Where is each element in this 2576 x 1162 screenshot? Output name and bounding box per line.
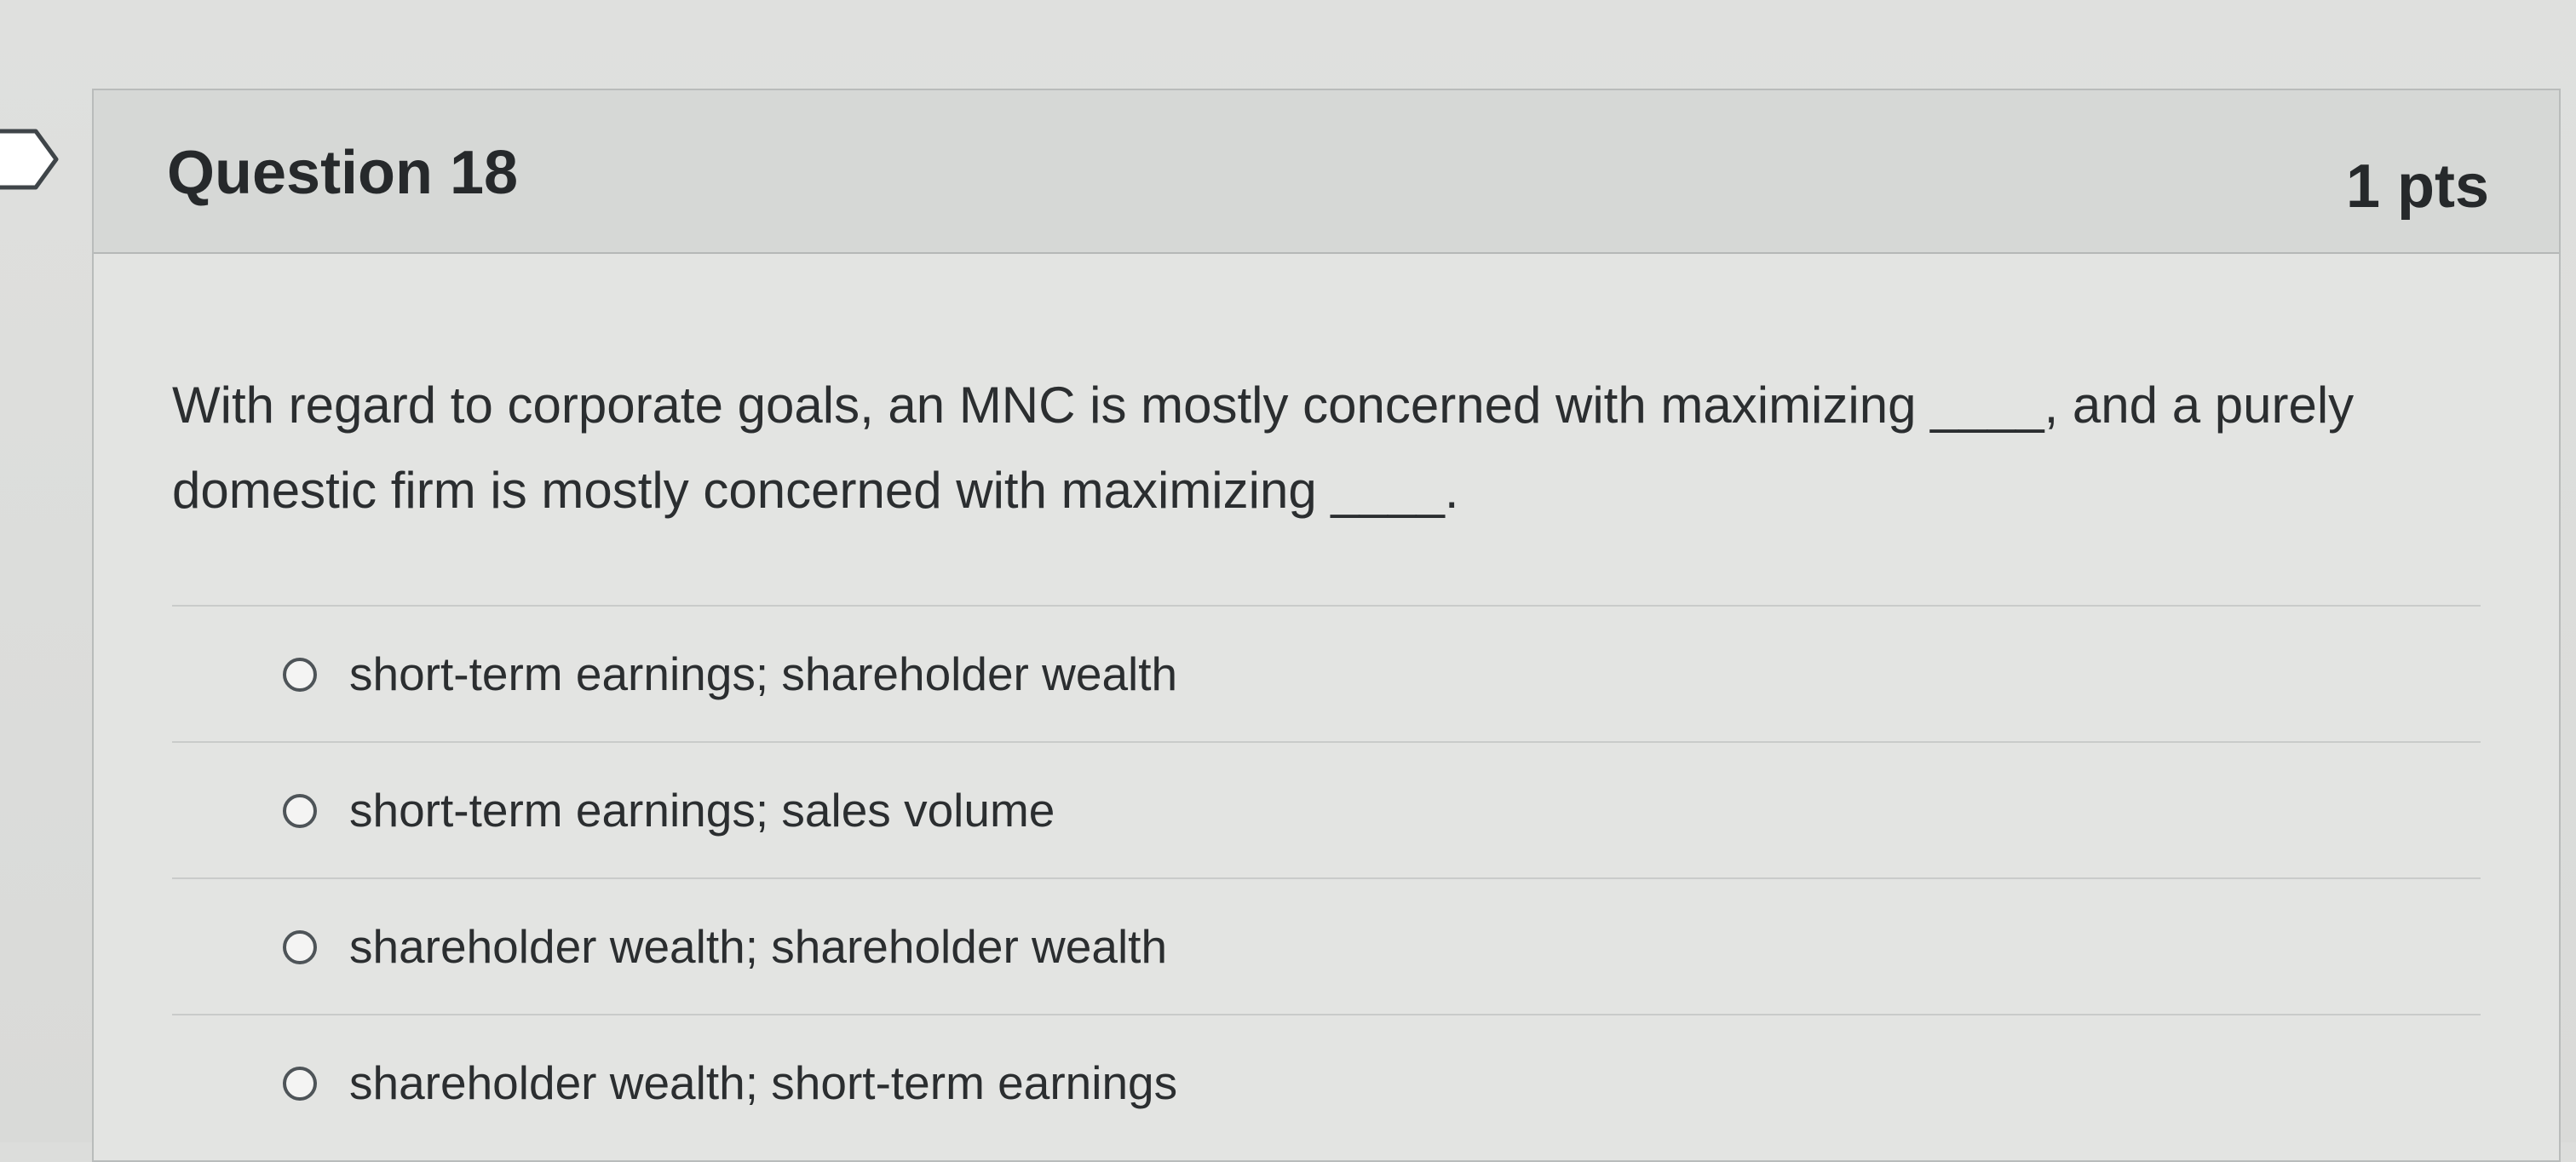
answer-label[interactable]: short-term earnings; sales volume	[349, 780, 1055, 840]
answer-list: short-term earnings; shareholder wealth …	[172, 605, 2481, 1150]
question-title: Question 18	[167, 139, 519, 207]
question-card: Question 18 1 pts With regard to corpora…	[92, 89, 2561, 1162]
question-text: With regard to corporate goals, an MNC i…	[172, 377, 2355, 519]
answer-label[interactable]: short-term earnings; shareholder wealth	[349, 644, 1177, 704]
answer-option[interactable]: short-term earnings; sales volume	[172, 741, 2481, 877]
answer-option[interactable]: shareholder wealth; shareholder wealth	[172, 877, 2481, 1014]
radio-button[interactable]	[283, 1067, 317, 1101]
radio-button[interactable]	[283, 794, 317, 828]
bookmark-flag-icon[interactable]	[0, 128, 63, 191]
radio-button[interactable]	[283, 930, 317, 964]
answer-label[interactable]: shareholder wealth; short-term earnings	[349, 1053, 1177, 1113]
answer-option[interactable]: short-term earnings; shareholder wealth	[172, 605, 2481, 741]
question-header: Question 18 1 pts	[94, 90, 2559, 254]
radio-button[interactable]	[283, 658, 317, 692]
question-points: 1 pts	[2345, 152, 2489, 221]
answer-option[interactable]: shareholder wealth; short-term earnings	[172, 1014, 2481, 1150]
answer-label[interactable]: shareholder wealth; shareholder wealth	[349, 917, 1167, 976]
